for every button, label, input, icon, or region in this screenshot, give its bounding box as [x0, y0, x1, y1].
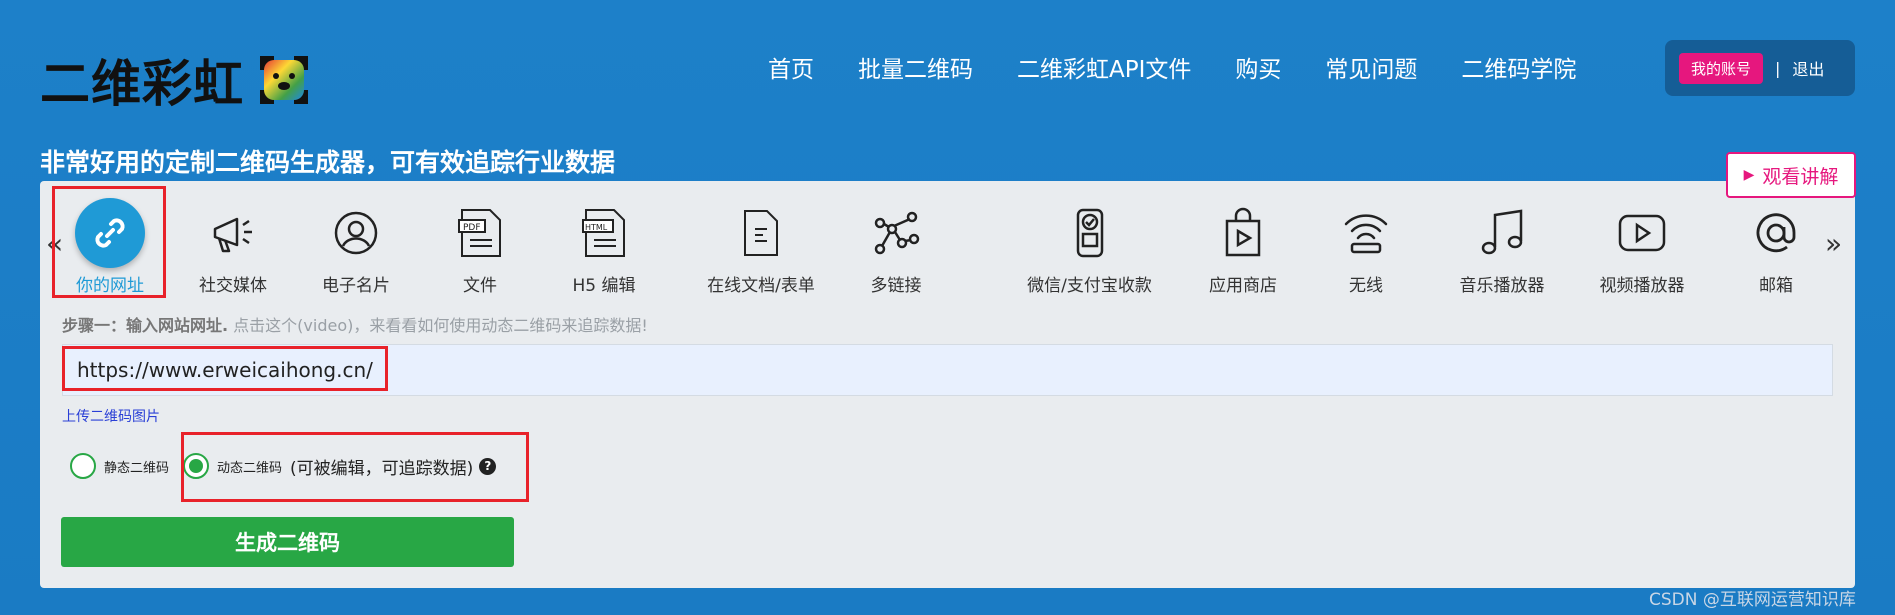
type-file[interactable]: PDF 文件	[410, 201, 550, 296]
network-icon	[874, 211, 920, 255]
payment-icon	[1076, 208, 1103, 258]
app-store-icon	[1225, 207, 1261, 257]
page-tagline: 非常好用的定制二维码生成器，可有效追踪行业数据	[40, 148, 616, 177]
type-label: 应用商店	[1209, 276, 1277, 296]
type-multilink[interactable]: 多链接	[826, 201, 966, 296]
type-label: 邮箱	[1759, 276, 1793, 296]
at-icon	[1756, 213, 1796, 253]
video-icon	[1618, 214, 1666, 252]
highlight-box-dynamic-qr	[181, 432, 529, 502]
nav-api[interactable]: 二维彩虹API文件	[1017, 50, 1191, 84]
static-qr-label: 静态二维码	[104, 460, 170, 476]
document-icon	[744, 210, 778, 256]
type-label: 无线	[1349, 276, 1383, 296]
type-label: 社交媒体	[199, 276, 267, 296]
step-hint-link[interactable]: 点击这个(video)，来看看如何使用动态二维码来追踪数据!	[228, 316, 648, 335]
megaphone-icon	[213, 217, 252, 253]
svg-text:PDF: PDF	[463, 223, 481, 233]
type-email[interactable]: 邮箱	[1706, 201, 1846, 296]
type-social[interactable]: 社交媒体	[163, 201, 303, 296]
nav-faq[interactable]: 常见问题	[1325, 50, 1417, 84]
html-icon: HTML	[582, 209, 625, 257]
highlight-box-url-input	[62, 346, 388, 391]
type-document[interactable]: 在线文档/表单	[676, 201, 846, 296]
watch-tutorial-label: 观看讲解	[1762, 165, 1839, 188]
nav-buy[interactable]: 购买	[1235, 50, 1281, 84]
type-label: 多链接	[870, 276, 922, 296]
watermark: CSDN @互联网运营知识库	[1649, 590, 1856, 610]
main-nav: 首页 批量二维码 二维彩虹API文件 购买 常见问题 二维码学院	[768, 50, 1620, 84]
upload-qr-link[interactable]: 上传二维码图片	[62, 406, 160, 426]
svg-text:HTML: HTML	[585, 223, 608, 232]
generate-qr-button[interactable]: 生成二维码	[61, 517, 514, 567]
play-icon: ▶	[1743, 167, 1755, 183]
separator: |	[1775, 58, 1781, 78]
highlight-box-url-type	[52, 186, 166, 298]
type-h5[interactable]: HTML H5 编辑	[534, 201, 674, 296]
type-appstore[interactable]: 应用商店	[1173, 201, 1313, 296]
music-icon	[1481, 209, 1523, 255]
rainbow-bear-icon	[260, 56, 308, 104]
step-prefix: 步骤一：输入网站网址.	[62, 316, 229, 335]
nav-academy[interactable]: 二维码学院	[1461, 50, 1576, 84]
my-account-button[interactable]: 我的账号	[1679, 52, 1764, 84]
type-payment[interactable]: 微信/支付宝收款	[977, 201, 1202, 296]
logout-link[interactable]: 退出	[1792, 56, 1824, 80]
site-logo[interactable]: 二维彩虹	[40, 44, 310, 116]
nav-home[interactable]: 首页	[768, 50, 814, 84]
account-box: 我的账号 | 退出	[1665, 40, 1855, 96]
type-label: 视频播放器	[1599, 276, 1685, 296]
watch-tutorial-button[interactable]: ▶ 观看讲解	[1726, 152, 1856, 198]
step-instruction: 步骤一：输入网站网址. 点击这个(video)，来看看如何使用动态二维码来追踪数…	[62, 312, 648, 336]
static-qr-radio[interactable]	[70, 453, 96, 479]
type-music[interactable]: 音乐播放器	[1432, 201, 1572, 296]
logo-text: 二维彩虹	[40, 55, 244, 113]
pdf-icon: PDF	[458, 209, 501, 257]
type-label: 在线文档/表单	[707, 276, 815, 296]
type-wifi[interactable]: 无线	[1296, 201, 1436, 296]
type-label: 电子名片	[322, 276, 390, 296]
type-label: H5 编辑	[572, 276, 636, 296]
type-label: 微信/支付宝收款	[1027, 276, 1152, 296]
type-video[interactable]: 视频播放器	[1572, 201, 1712, 296]
nav-batch[interactable]: 批量二维码	[858, 50, 973, 84]
type-label: 文件	[463, 276, 497, 296]
user-circle-icon	[334, 211, 378, 255]
type-vcard[interactable]: 电子名片	[286, 201, 426, 296]
type-label: 音乐播放器	[1459, 276, 1545, 296]
wifi-icon	[1344, 214, 1388, 254]
